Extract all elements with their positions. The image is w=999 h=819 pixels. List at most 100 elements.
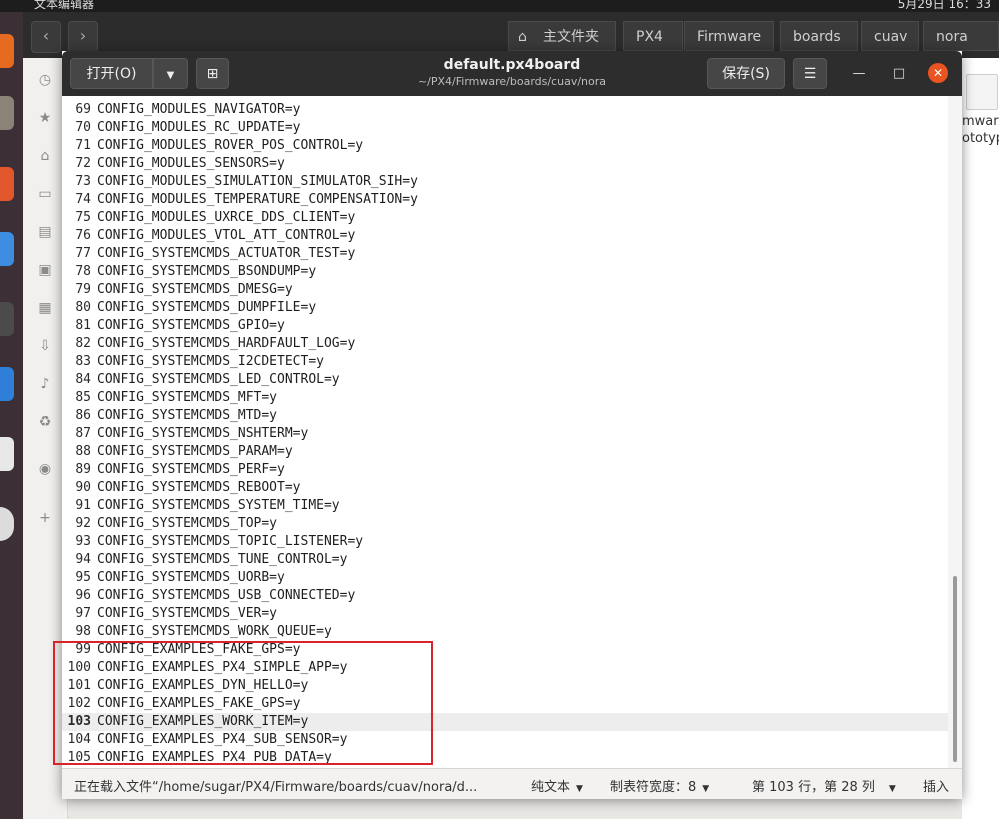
- line-text: CONFIG_MODULES_TEMPERATURE_COMPENSATION=…: [97, 192, 418, 207]
- code-line[interactable]: 88 CONFIG_SYSTEMCMDS_PARAM=y: [62, 443, 948, 461]
- line-number: 83: [75, 354, 91, 369]
- open-menu-button[interactable]: ▼: [153, 58, 188, 89]
- tab-width-selector[interactable]: 制表符宽度：8 ▼: [610, 776, 709, 795]
- line-text: CONFIG_SYSTEMCMDS_DMESG=y: [97, 282, 293, 297]
- videos-icon[interactable]: ▤: [37, 224, 53, 240]
- code-line[interactable]: 75 CONFIG_MODULES_UXRCE_DDS_CLIENT=y: [62, 209, 948, 227]
- music-icon[interactable]: ♪: [37, 376, 53, 392]
- line-text: CONFIG_SYSTEMCMDS_MFT=y: [97, 390, 278, 405]
- line-number: 92: [75, 516, 91, 531]
- back-button[interactable]: ‹: [31, 21, 61, 53]
- vscode-icon[interactable]: [0, 367, 14, 401]
- code-line[interactable]: 90 CONFIG_SYSTEMCMDS_REBOOT=y: [62, 479, 948, 497]
- file-label[interactable]: ototyp: [962, 131, 999, 146]
- breadcrumb-home[interactable]: ⌂ 主文件夹: [508, 21, 616, 51]
- minimize-icon[interactable]: —: [849, 64, 869, 84]
- code-line[interactable]: 89 CONFIG_SYSTEMCMDS_PERF=y: [62, 461, 948, 479]
- hamburger-menu-icon: ☰: [803, 66, 817, 82]
- recent-icon[interactable]: ◷: [37, 72, 53, 88]
- line-number: 77: [75, 246, 91, 261]
- line-number: 87: [75, 426, 91, 441]
- home-icon: ⌂: [518, 29, 527, 45]
- code-line[interactable]: 73 CONFIG_MODULES_SIMULATION_SIMULATOR_SI…: [62, 173, 948, 191]
- disc-icon[interactable]: [0, 507, 14, 541]
- maximize-icon[interactable]: □: [889, 64, 909, 84]
- breadcrumb-cuav[interactable]: cuav: [861, 21, 919, 51]
- terminal-icon[interactable]: [0, 302, 14, 336]
- save-button[interactable]: 保存(S): [707, 58, 785, 89]
- desktop-icon[interactable]: ▭: [37, 186, 53, 202]
- code-line[interactable]: 82 CONFIG_SYSTEMCMDS_HARDFAULT_LOG=y: [62, 335, 948, 353]
- code-line[interactable]: 92 CONFIG_SYSTEMCMDS_TOP=y: [62, 515, 948, 533]
- code-line[interactable]: 98 CONFIG_SYSTEMCMDS_WORK_QUEUE=y: [62, 623, 948, 641]
- files-icon[interactable]: [0, 96, 14, 130]
- open-button[interactable]: 打开(O): [70, 58, 153, 89]
- trash-icon[interactable]: ♻: [37, 414, 53, 430]
- home-icon[interactable]: ⌂: [37, 148, 53, 164]
- code-line[interactable]: 85 CONFIG_SYSTEMCMDS_MFT=y: [62, 389, 948, 407]
- new-tab-button[interactable]: ⊞: [196, 58, 229, 89]
- code-line[interactable]: 74 CONFIG_MODULES_TEMPERATURE_COMPENSATIO…: [62, 191, 948, 209]
- downloads-icon[interactable]: ⇩: [37, 338, 53, 354]
- line-number: 79: [75, 282, 91, 297]
- breadcrumb-px4[interactable]: PX4: [623, 21, 683, 51]
- code-line[interactable]: 97 CONFIG_SYSTEMCMDS_VER=y: [62, 605, 948, 623]
- code-line[interactable]: 80 CONFIG_SYSTEMCMDS_DUMPFILE=y: [62, 299, 948, 317]
- line-text: CONFIG_SYSTEMCMDS_TUNE_CONTROL=y: [97, 552, 348, 567]
- code-line[interactable]: 76 CONFIG_MODULES_VTOL_ATT_CONTROL=y: [62, 227, 948, 245]
- main-menu-button[interactable]: ☰: [793, 58, 827, 89]
- code-line[interactable]: 84 CONFIG_SYSTEMCMDS_LED_CONTROL=y: [62, 371, 948, 389]
- code-line[interactable]: 94 CONFIG_SYSTEMCMDS_TUNE_CONTROL=y: [62, 551, 948, 569]
- cursor-position-selector[interactable]: 第 103 行，第 28 列 ▼: [752, 776, 896, 795]
- code-line[interactable]: 83 CONFIG_SYSTEMCMDS_I2CDETECT=y: [62, 353, 948, 371]
- documents-icon[interactable]: ▦: [37, 300, 53, 316]
- active-app-name[interactable]: 文本编辑器: [34, 0, 94, 12]
- code-line[interactable]: 78 CONFIG_SYSTEMCMDS_BSONDUMP=y: [62, 263, 948, 281]
- forward-button[interactable]: ›: [68, 21, 98, 53]
- code-line[interactable]: 93 CONFIG_SYSTEMCMDS_TOPIC_LISTENER=y: [62, 533, 948, 551]
- code-line[interactable]: 69 CONFIG_MODULES_NAVIGATOR=y: [62, 101, 948, 119]
- system-clock[interactable]: 5月29日 16：33: [898, 0, 991, 12]
- text-editor-icon[interactable]: [0, 437, 14, 471]
- line-text: CONFIG_SYSTEMCMDS_DUMPFILE=y: [97, 300, 317, 315]
- pictures-icon[interactable]: ▣: [37, 262, 53, 278]
- line-number: 82: [75, 336, 91, 351]
- code-line[interactable]: 71 CONFIG_MODULES_ROVER_POS_CONTROL=y: [62, 137, 948, 155]
- starred-icon[interactable]: ★: [37, 110, 53, 126]
- line-text: CONFIG_MODULES_SIMULATION_SIMULATOR_SIH=…: [97, 174, 418, 189]
- scrollbar-thumb[interactable]: [953, 576, 957, 762]
- breadcrumb-boards[interactable]: boards: [780, 21, 858, 51]
- system-top-bar: 文本编辑器 5月29日 16：33: [0, 0, 999, 12]
- insert-mode-indicator[interactable]: 插入: [923, 776, 949, 795]
- file-icon[interactable]: [966, 74, 998, 110]
- syntax-selector[interactable]: 纯文本 ▼: [531, 776, 583, 795]
- document-path: ~/PX4/Firmware/boards/cuav/nora: [417, 75, 607, 88]
- firefox-icon[interactable]: [0, 34, 14, 68]
- line-number: 81: [75, 318, 91, 333]
- disc-drive-icon[interactable]: ◉: [37, 461, 53, 477]
- code-line[interactable]: 95 CONFIG_SYSTEMCMDS_UORB=y: [62, 569, 948, 587]
- tab-width-label: 制表符宽度：8: [610, 780, 697, 795]
- breadcrumb-label: cuav: [874, 29, 908, 45]
- code-line[interactable]: 91 CONFIG_SYSTEMCMDS_SYSTEM_TIME=y: [62, 497, 948, 515]
- vertical-scrollbar[interactable]: [948, 96, 962, 768]
- close-icon[interactable]: ✕: [928, 63, 948, 83]
- breadcrumb-firmware[interactable]: Firmware: [684, 21, 774, 51]
- other-locations-icon[interactable]: +: [37, 510, 53, 526]
- code-line[interactable]: 86 CONFIG_SYSTEMCMDS_MTD=y: [62, 407, 948, 425]
- code-line[interactable]: 77 CONFIG_SYSTEMCMDS_ACTUATOR_TEST=y: [62, 245, 948, 263]
- file-label[interactable]: mwar: [962, 114, 999, 129]
- code-line[interactable]: 87 CONFIG_SYSTEMCMDS_NSHTERM=y: [62, 425, 948, 443]
- software-icon[interactable]: [0, 167, 14, 201]
- code-line[interactable]: 72 CONFIG_MODULES_SENSORS=y: [62, 155, 948, 173]
- code-line[interactable]: 70 CONFIG_MODULES_RC_UPDATE=y: [62, 119, 948, 137]
- code-line[interactable]: 81 CONFIG_SYSTEMCMDS_GPIO=y: [62, 317, 948, 335]
- line-text: CONFIG_MODULES_RC_UPDATE=y: [97, 120, 301, 135]
- line-number: 98: [75, 624, 91, 639]
- breadcrumb-nora[interactable]: nora: [923, 21, 999, 51]
- line-number: 80: [75, 300, 91, 315]
- code-line[interactable]: 96 CONFIG_SYSTEMCMDS_USB_CONNECTED=y: [62, 587, 948, 605]
- line-number: 93: [75, 534, 91, 549]
- browser-icon[interactable]: [0, 232, 14, 266]
- code-line[interactable]: 79 CONFIG_SYSTEMCMDS_DMESG=y: [62, 281, 948, 299]
